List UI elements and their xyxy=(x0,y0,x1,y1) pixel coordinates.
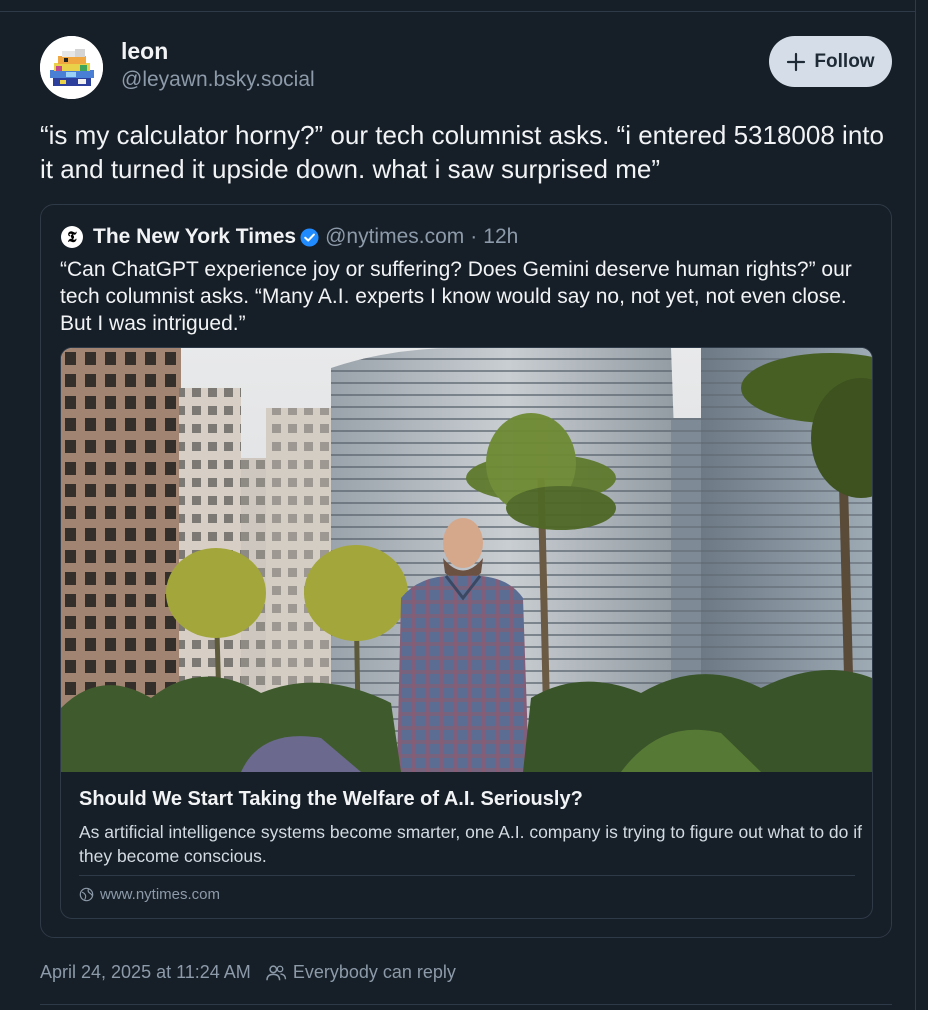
verified-check-icon xyxy=(300,227,319,247)
nyt-avatar[interactable]: 𝕿 xyxy=(61,226,83,248)
quoted-post-header: 𝕿 The New York Times @nytimes.com · 12h xyxy=(61,223,518,251)
author-display-name[interactable]: leon xyxy=(121,38,168,65)
plus-icon xyxy=(787,52,806,71)
post-timestamp[interactable]: April 24, 2025 at 11:24 AM xyxy=(40,962,251,983)
post-meta: April 24, 2025 at 11:24 AM Everybody can… xyxy=(40,962,456,983)
quoted-author-handle[interactable]: @nytimes.com xyxy=(325,225,464,249)
quoted-author-name[interactable]: The New York Times xyxy=(93,225,296,249)
link-card-divider xyxy=(79,875,855,876)
quoted-post[interactable]: 𝕿 The New York Times @nytimes.com · 12h … xyxy=(40,204,892,938)
top-divider xyxy=(0,11,916,12)
quoted-post-time[interactable]: 12h xyxy=(483,225,518,249)
post-thread-view: leon @leyawn.bsky.social Follow “is my c… xyxy=(0,0,916,1010)
author-avatar[interactable] xyxy=(40,36,103,99)
link-card-domain-text: www.nytimes.com xyxy=(100,886,221,903)
reply-setting-label: Everybody can reply xyxy=(292,962,456,982)
bottom-divider xyxy=(40,1004,892,1005)
link-card-title: Should We Start Taking the Welfare of A.… xyxy=(79,788,583,810)
reply-setting[interactable]: Everybody can reply xyxy=(265,962,456,983)
follow-label: Follow xyxy=(814,50,875,72)
people-icon xyxy=(266,964,286,980)
quoted-post-text: “Can ChatGPT experience joy or suffering… xyxy=(60,258,852,335)
follow-button[interactable]: Follow xyxy=(769,36,892,87)
link-card[interactable]: Should We Start Taking the Welfare of A.… xyxy=(60,347,873,919)
link-card-description: As artificial intelligence systems becom… xyxy=(79,822,862,866)
article-thumbnail-image xyxy=(61,348,872,772)
separator-dot: · xyxy=(470,225,478,248)
post-text: “is my calculator horny?” our tech colum… xyxy=(40,120,884,184)
pixel-art-avatar-icon xyxy=(40,36,103,99)
author-handle[interactable]: @leyawn.bsky.social xyxy=(121,68,315,92)
link-card-domain: www.nytimes.com xyxy=(79,886,220,903)
globe-icon xyxy=(79,887,94,902)
